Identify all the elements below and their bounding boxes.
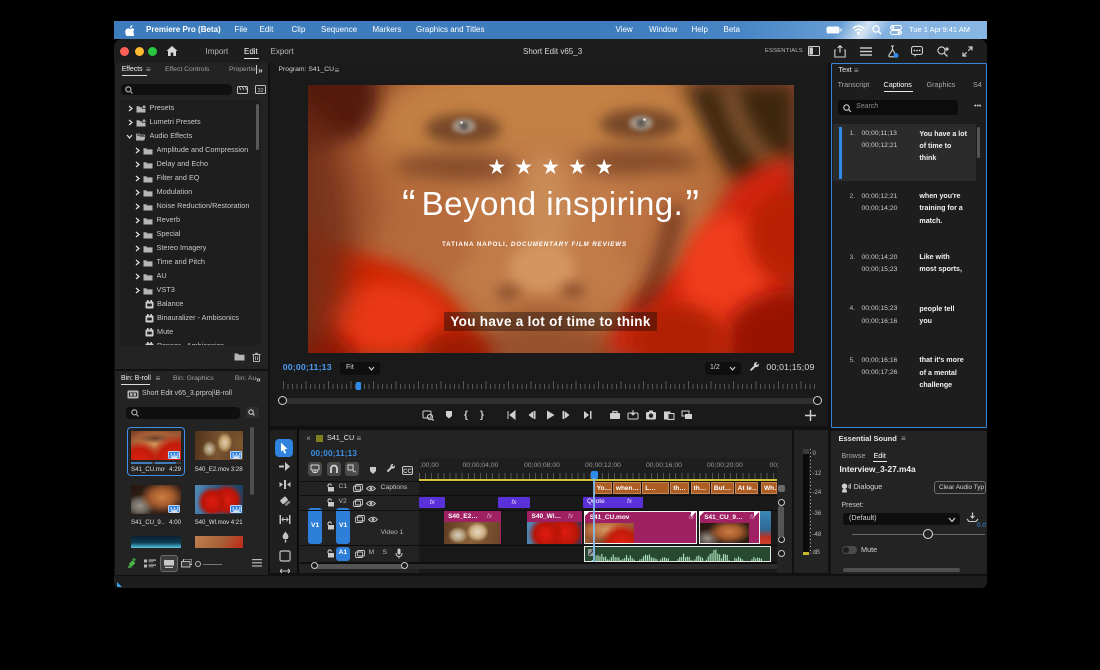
svg-text:32: 32 [257, 87, 263, 93]
svg-text:CC: CC [403, 468, 412, 474]
